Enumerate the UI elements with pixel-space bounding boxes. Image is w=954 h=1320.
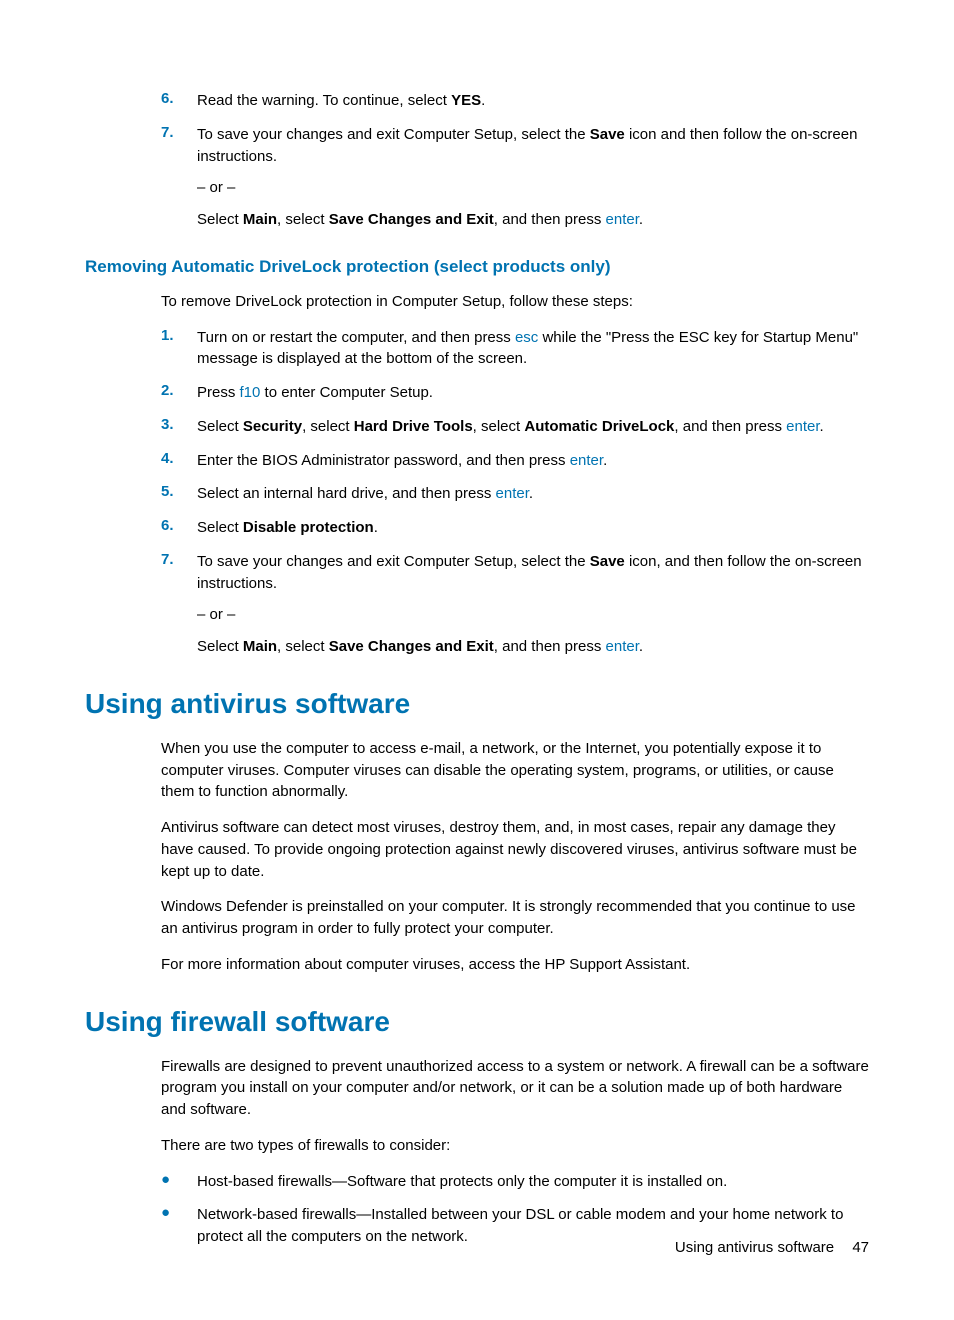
text: Select	[197, 211, 243, 228]
text: Select	[197, 638, 243, 655]
text: .	[603, 452, 607, 469]
text: Press	[197, 384, 240, 401]
ordered-list-item: 1. Turn on or restart the computer, and …	[85, 327, 869, 371]
bullet-icon: ●	[85, 1204, 197, 1248]
text: Read the warning. To continue, select	[197, 92, 451, 109]
text: .	[639, 638, 643, 655]
list-number: 4.	[85, 450, 197, 472]
text: .	[639, 211, 643, 228]
list-number: 3.	[85, 416, 197, 438]
ordered-list-item: 7. To save your changes and exit Compute…	[85, 551, 869, 658]
list-body: Select Disable protection.	[197, 517, 869, 539]
subheading-removing-drivelock: Removing Automatic DriveLock protection …	[85, 257, 869, 277]
ordered-list-item: 7. To save your changes and exit Compute…	[85, 124, 869, 231]
list-body: Host-based firewalls—Software that prote…	[197, 1171, 869, 1193]
text: , select	[473, 418, 525, 435]
bold-text: Save Changes and Exit	[329, 638, 494, 655]
text: Select	[197, 519, 243, 536]
list-number: 6.	[85, 90, 197, 112]
text: .	[529, 485, 533, 502]
keyboard-key: enter	[606, 638, 639, 655]
body-paragraph: There are two types of firewalls to cons…	[161, 1135, 869, 1157]
text: , and then press	[494, 211, 606, 228]
bullet-icon: ●	[85, 1171, 197, 1193]
ordered-list-item: 4. Enter the BIOS Administrator password…	[85, 450, 869, 472]
bold-text: Save	[590, 553, 625, 570]
list-number: 6.	[85, 517, 197, 539]
text: Select an internal hard drive, and then …	[197, 485, 496, 502]
text: , and then press	[494, 638, 606, 655]
list-body: Press f10 to enter Computer Setup.	[197, 382, 869, 404]
list-number: 5.	[85, 483, 197, 505]
keyboard-key: f10	[240, 384, 261, 401]
bold-text: Save Changes and Exit	[329, 211, 494, 228]
list-body: To save your changes and exit Computer S…	[197, 124, 869, 231]
text: To save your changes and exit Computer S…	[197, 126, 590, 143]
text: , select	[277, 211, 329, 228]
list-body: Turn on or restart the computer, and the…	[197, 327, 869, 371]
ordered-list-item: 2. Press f10 to enter Computer Setup.	[85, 382, 869, 404]
list-number: 7.	[85, 551, 197, 658]
list-body: Read the warning. To continue, select YE…	[197, 90, 869, 112]
text: to enter Computer Setup.	[260, 384, 433, 401]
heading-antivirus: Using antivirus software	[85, 688, 869, 720]
ordered-list-item: 6. Select Disable protection.	[85, 517, 869, 539]
page-footer: Using antivirus software 47	[675, 1239, 869, 1256]
text: , select	[277, 638, 329, 655]
list-number: 2.	[85, 382, 197, 404]
text: Select	[197, 418, 243, 435]
list-number: 1.	[85, 327, 197, 371]
document-page: 6. Read the warning. To continue, select…	[0, 0, 954, 1320]
page-number: 47	[852, 1239, 869, 1256]
body-paragraph: For more information about computer viru…	[161, 954, 869, 976]
text: .	[374, 519, 378, 536]
heading-firewall: Using firewall software	[85, 1006, 869, 1038]
body-paragraph: Firewalls are designed to prevent unauth…	[161, 1056, 869, 1121]
keyboard-key: enter	[570, 452, 603, 469]
text: , and then press	[674, 418, 786, 435]
bold-text: Security	[243, 418, 302, 435]
body-paragraph: When you use the computer to access e-ma…	[161, 738, 869, 803]
list-body: Select an internal hard drive, and then …	[197, 483, 869, 505]
bold-text: YES	[451, 92, 481, 109]
list-number: 7.	[85, 124, 197, 231]
bold-text: Hard Drive Tools	[354, 418, 473, 435]
intro-text: To remove DriveLock protection in Comput…	[161, 291, 869, 313]
text: , select	[302, 418, 354, 435]
body-paragraph: Antivirus software can detect most virus…	[161, 817, 869, 882]
bold-text: Disable protection	[243, 519, 374, 536]
bullet-list-item: ● Host-based firewalls—Software that pro…	[85, 1171, 869, 1193]
ordered-list-item: 3. Select Security, select Hard Drive To…	[85, 416, 869, 438]
text: Enter the BIOS Administrator password, a…	[197, 452, 570, 469]
bold-text: Main	[243, 211, 277, 228]
list-body: Enter the BIOS Administrator password, a…	[197, 450, 869, 472]
bold-text: Save	[590, 126, 625, 143]
keyboard-key: enter	[606, 211, 639, 228]
list-body: Select Security, select Hard Drive Tools…	[197, 416, 869, 438]
text: .	[820, 418, 824, 435]
keyboard-key: enter	[496, 485, 529, 502]
ordered-list-item: 6. Read the warning. To continue, select…	[85, 90, 869, 112]
text: To save your changes and exit Computer S…	[197, 553, 590, 570]
body-paragraph: Windows Defender is preinstalled on your…	[161, 896, 869, 940]
ordered-list-item: 5. Select an internal hard drive, and th…	[85, 483, 869, 505]
bold-text: Automatic DriveLock	[524, 418, 674, 435]
or-separator: – or –	[197, 604, 869, 626]
text: .	[481, 92, 485, 109]
bold-text: Main	[243, 638, 277, 655]
list-body: To save your changes and exit Computer S…	[197, 551, 869, 658]
footer-section: Using antivirus software	[675, 1239, 834, 1256]
keyboard-key: enter	[786, 418, 819, 435]
or-separator: – or –	[197, 177, 869, 199]
text: Turn on or restart the computer, and the…	[197, 329, 515, 346]
keyboard-key: esc	[515, 329, 538, 346]
